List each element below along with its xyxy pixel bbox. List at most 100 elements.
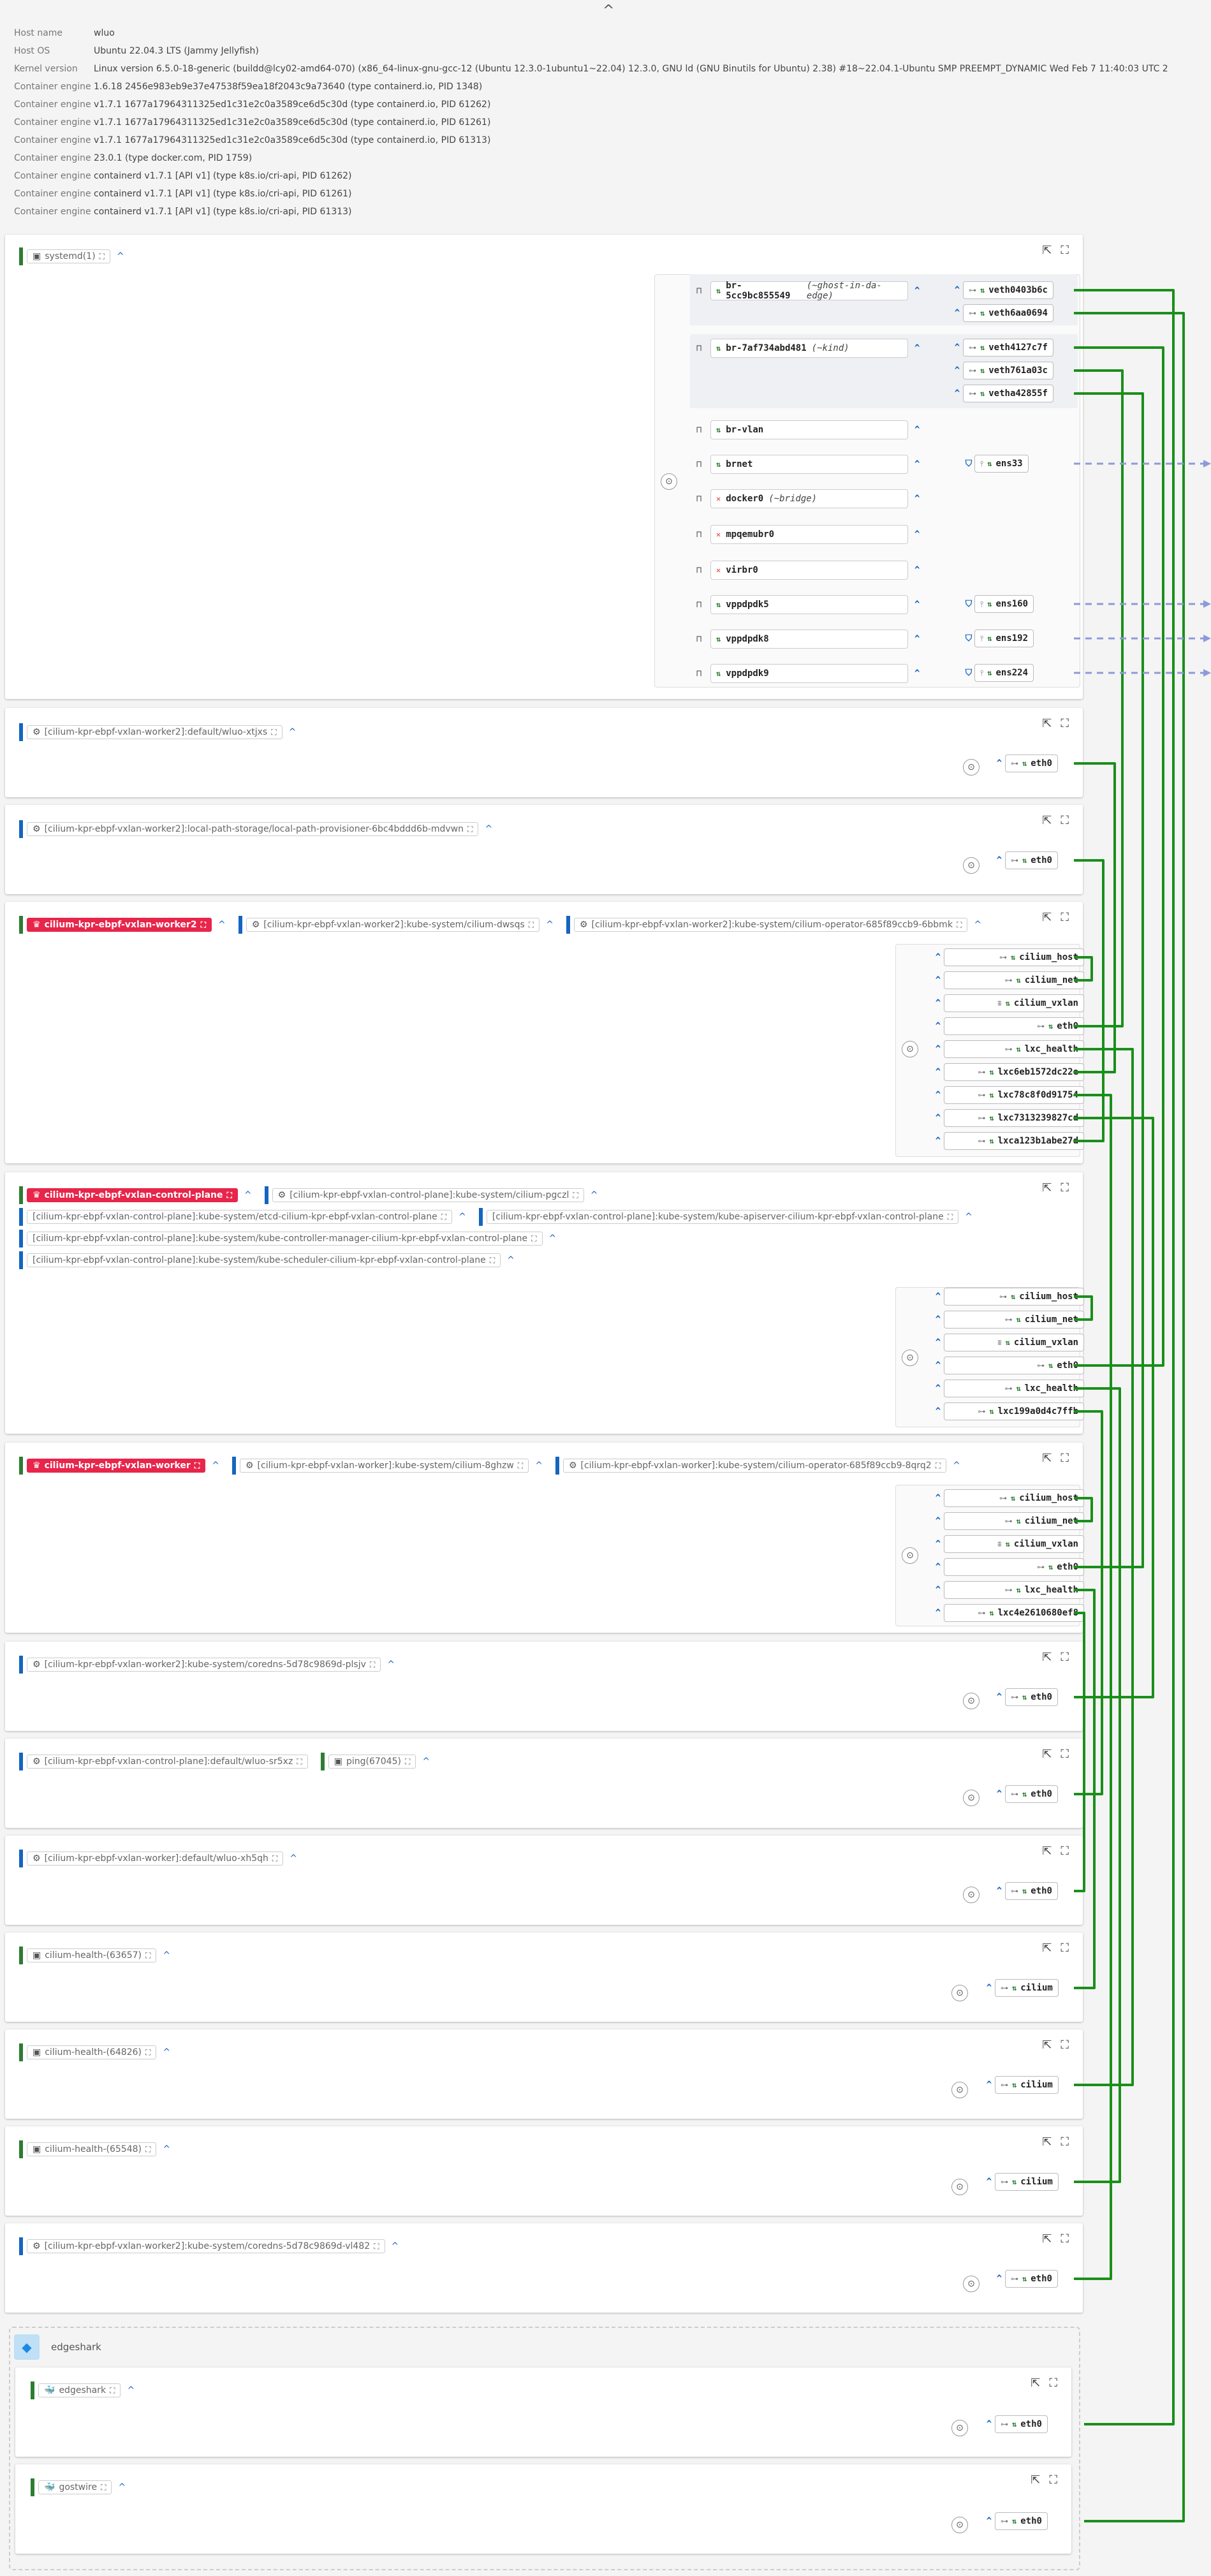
process-chip[interactable]: ▣ ping(67045) ⛶ ^ <box>320 1753 436 1770</box>
expand-icon[interactable]: ⛶ <box>99 252 105 261</box>
chevron-up-icon[interactable]: ^ <box>983 2516 995 2526</box>
bridge-row[interactable]: ⊓ ⇅ br-5cc9bc855549 (~ghost-in-da-edge) ^ <box>696 281 920 301</box>
node-chip[interactable]: ♛ cilium-kpr-ebpf-vxlan-worker2 ⛶ ^ <box>19 916 232 934</box>
fullscreen-icon[interactable]: ⛶ <box>1061 2232 1069 2246</box>
nif-cilium-net[interactable]: ^ ⊶ ⇅ cilium_net <box>932 1512 1084 1531</box>
chevron-up-icon[interactable]: ^ <box>932 1516 944 1526</box>
layout-toggle-icon[interactable]: ⇱ <box>1042 1941 1052 1955</box>
nif-veth[interactable]: ^ ⊶ ⇅ veth4127c7f <box>951 338 1053 357</box>
fullscreen-icon[interactable]: ⛶ <box>1061 244 1069 257</box>
nif-eth0[interactable]: ^ ⊶ ⇅ eth0 <box>932 1356 1084 1375</box>
chevron-up-icon[interactable]: ^ <box>953 1461 960 1471</box>
pod-chip[interactable]: [cilium-kpr-ebpf-vxlan-control-plane]:ku… <box>19 1251 521 1269</box>
pod-chip[interactable]: ⚙ [cilium-kpr-ebpf-vxlan-worker2]:default… <box>19 723 302 741</box>
chevron-up-icon[interactable]: ^ <box>163 2144 170 2154</box>
layout-toggle-icon[interactable]: ⇱ <box>1042 1748 1052 1761</box>
nif-eth0[interactable]: ^ ⊶ ⇅ eth0 <box>932 1017 1084 1036</box>
nif-cilium-vxlan[interactable]: ^ ⩩ ⇅ cilium_vxlan <box>932 1333 1084 1352</box>
chevron-up-icon[interactable]: ^ <box>546 920 554 930</box>
chevron-up-icon[interactable]: ^ <box>994 2274 1005 2284</box>
bridge-row[interactable]: ⊓ ⇅ vppdpdk5 ^ <box>696 594 920 615</box>
chevron-up-icon[interactable]: ^ <box>163 1950 170 1961</box>
chevron-up-icon[interactable]: ^ <box>218 920 226 930</box>
chevron-up-icon[interactable]: ^ <box>951 365 963 376</box>
chevron-up-icon[interactable]: ^ <box>951 285 963 295</box>
expand-icon[interactable]: ⛶ <box>272 1854 277 1864</box>
fullscreen-icon[interactable]: ⛶ <box>1049 2376 1057 2390</box>
layout-toggle-icon[interactable]: ⇱ <box>1042 1452 1052 1465</box>
expand-icon[interactable]: ⛶ <box>101 2483 106 2492</box>
expand-icon[interactable]: ⛶ <box>226 1191 231 1200</box>
chevron-up-icon[interactable]: ^ <box>485 824 492 834</box>
nif-physical[interactable]: ⛉ ⫯ ⇅ ens160 <box>963 594 1034 614</box>
chevron-up-icon[interactable]: ^ <box>914 459 920 469</box>
fullscreen-icon[interactable]: ⛶ <box>1061 1651 1069 1664</box>
fullscreen-icon[interactable]: ⛶ <box>1061 911 1069 924</box>
chevron-up-icon[interactable]: ^ <box>914 494 920 504</box>
chevron-up-icon[interactable]: ^ <box>951 342 963 353</box>
chevron-up-icon[interactable]: ^ <box>983 1983 995 1993</box>
nif-cilium-net[interactable]: ^ ⊶ ⇅ cilium_net <box>932 1310 1084 1329</box>
pod-chip[interactable]: ⚙ [cilium-kpr-ebpf-vxlan-worker2]:local-p… <box>19 820 499 838</box>
fullscreen-icon[interactable]: ⛶ <box>1061 814 1069 827</box>
chevron-up-icon[interactable]: ^ <box>932 1406 944 1417</box>
chevron-up-icon[interactable]: ^ <box>290 1853 297 1864</box>
chevron-up-icon[interactable]: ^ <box>932 1585 944 1595</box>
layout-toggle-icon[interactable]: ⇱ <box>1042 1651 1052 1664</box>
bridge-row[interactable]: ⊓ ⇅ brnet ^ <box>696 454 920 475</box>
pod-chip[interactable]: ⚙ [cilium-kpr-ebpf-vxlan-worker]:kube-sys… <box>555 1457 967 1475</box>
chevron-up-icon[interactable]: ^ <box>591 1190 598 1200</box>
fullscreen-icon[interactable]: ⛶ <box>1061 1748 1069 1761</box>
expand-icon[interactable]: ⛶ <box>573 1191 578 1200</box>
chevron-up-icon[interactable]: ^ <box>535 1461 543 1471</box>
chevron-up-icon[interactable]: ^ <box>994 855 1005 865</box>
container-chip[interactable]: 🐳 edgeshark ⛶ ^ <box>31 2381 141 2399</box>
nif-cilium[interactable]: ^ ⊶ ⇅ cilium <box>983 1978 1059 1998</box>
chevron-up-icon[interactable]: ^ <box>914 634 920 644</box>
process-chip[interactable]: ▣ systemd(1) ⛶ ^ <box>19 247 131 265</box>
layout-toggle-icon[interactable]: ⇱ <box>1031 2376 1040 2390</box>
layout-toggle-icon[interactable]: ⇱ <box>1042 2232 1052 2246</box>
nif-eth0[interactable]: ^ ⊶ ⇅ eth0 <box>994 1881 1058 1901</box>
chevron-up-icon[interactable]: ^ <box>118 2482 126 2492</box>
container-chip[interactable]: 🐳 gostwire ⛶ ^ <box>31 2478 132 2496</box>
nif-eth0[interactable]: ^ ⊶ ⇅ eth0 <box>983 2415 1048 2434</box>
nif-cilium-vxlan[interactable]: ^ ⩩ ⇅ cilium_vxlan <box>932 1535 1084 1554</box>
nif-veth[interactable]: ^ ⊶ ⇅ veth6aa0694 <box>951 304 1053 323</box>
process-chip[interactable]: ▣ cilium-health-(64826) ⛶ ^ <box>19 2043 177 2061</box>
nif-physical[interactable]: ⛉ ⫯ ⇅ ens192 <box>963 629 1034 648</box>
expand-icon[interactable]: ⛶ <box>201 920 206 930</box>
nif-cilium-host[interactable]: ^ ⊶ ⇅ cilium_host <box>932 948 1084 967</box>
nif-lxc-health[interactable]: ^ ⊶ ⇅ lxc_health <box>932 1040 1084 1059</box>
chevron-up-icon[interactable]: ^ <box>983 2080 995 2090</box>
expand-icon[interactable]: ⛶ <box>370 1660 375 1670</box>
chevron-up-icon[interactable]: ^ <box>244 1190 252 1200</box>
chevron-up-icon[interactable]: ^ <box>932 952 944 962</box>
chevron-up-icon[interactable]: ^ <box>932 998 944 1008</box>
expand-icon[interactable]: ⛶ <box>297 1757 302 1767</box>
nif-physical[interactable]: ⛉ ⫯ ⇅ ens224 <box>963 663 1034 682</box>
layout-toggle-icon[interactable]: ⇱ <box>1042 1181 1052 1195</box>
expand-icon[interactable]: ⛶ <box>441 1212 446 1222</box>
nif-lxc[interactable]: ^ ⊶ ⇅ lxca123b1abe27d <box>932 1131 1084 1151</box>
expand-icon[interactable]: ⛶ <box>405 1757 410 1767</box>
nif-lxc-health[interactable]: ^ ⊶ ⇅ lxc_health <box>932 1379 1084 1398</box>
chevron-up-icon[interactable]: ^ <box>932 1360 944 1371</box>
pod-chip[interactable]: [cilium-kpr-ebpf-vxlan-control-plane]:ku… <box>19 1230 562 1248</box>
nif-eth0[interactable]: ^ ⊶ ⇅ eth0 <box>994 1688 1058 1707</box>
layout-toggle-icon[interactable]: ⇱ <box>1042 244 1052 257</box>
chevron-up-icon[interactable]: ^ <box>932 1021 944 1031</box>
fullscreen-icon[interactable]: ⛶ <box>1049 2473 1057 2487</box>
chevron-up-icon[interactable]: ^ <box>932 975 944 985</box>
pod-chip[interactable]: ⚙ [cilium-kpr-ebpf-vxlan-worker2]:kube-sy… <box>238 916 560 934</box>
nif-lxc-health[interactable]: ^ ⊶ ⇅ lxc_health <box>932 1580 1084 1600</box>
layout-toggle-icon[interactable]: ⇱ <box>1042 717 1052 730</box>
chevron-up-icon[interactable]: ^ <box>951 388 963 399</box>
pod-chip[interactable]: [cilium-kpr-ebpf-vxlan-control-plane]:ku… <box>478 1208 979 1226</box>
nif-cilium-host[interactable]: ^ ⊶ ⇅ cilium_host <box>932 1287 1084 1306</box>
chevron-up-icon[interactable]: ^ <box>392 2241 399 2251</box>
nif-lxc[interactable]: ^ ⊶ ⇅ lxc4e2610680ef8 <box>932 1603 1084 1623</box>
expand-icon[interactable]: ⛶ <box>490 1256 495 1265</box>
layout-toggle-icon[interactable]: ⇱ <box>1042 814 1052 827</box>
chevron-up-icon[interactable]: ^ <box>289 727 297 737</box>
